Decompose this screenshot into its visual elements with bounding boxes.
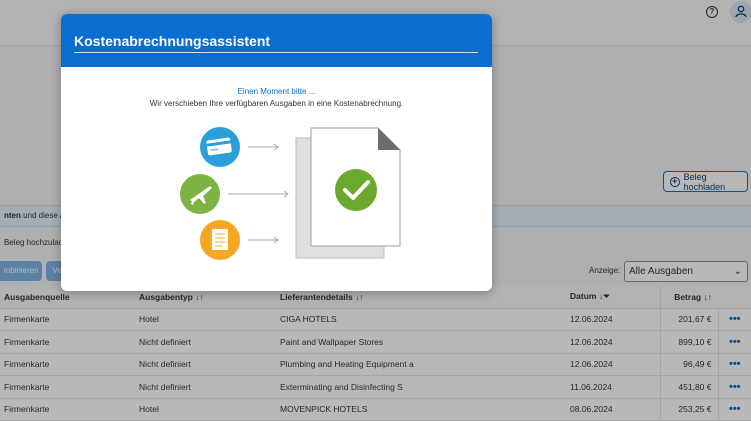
header-divider: [74, 52, 478, 53]
expense-report-document: [295, 127, 401, 259]
expense-assistant-dialog: Kostenabrechnungsassistent Einen Moment …: [61, 14, 492, 291]
airplane-icon: [180, 174, 220, 214]
checkmark-icon: [335, 169, 377, 211]
loading-status: Einen Moment bitte ...: [237, 87, 316, 96]
moving-expenses-illustration: [180, 127, 401, 260]
receipt-icon: [200, 220, 240, 260]
loading-detail: Wir verschieben Ihre verfügbaren Ausgabe…: [149, 99, 404, 108]
credit-card-icon: [200, 127, 240, 167]
dialog-title: Kostenabrechnungsassistent: [74, 33, 271, 49]
dialog-header: Kostenabrechnungsassistent: [61, 14, 492, 67]
